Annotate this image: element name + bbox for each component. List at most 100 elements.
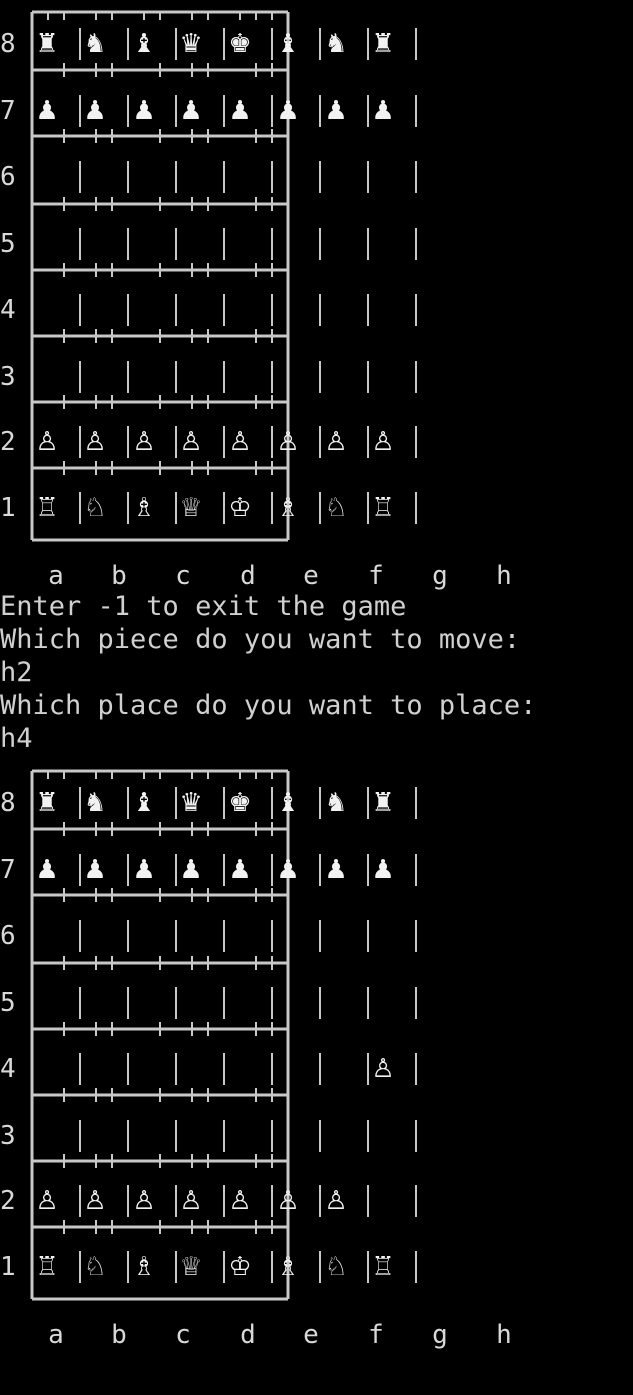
empty-square — [77, 292, 113, 328]
chess-piece-h8[interactable]: ♜ — [365, 26, 401, 62]
rank-label-4: 4 — [0, 1054, 16, 1084]
empty-square — [126, 918, 162, 954]
empty-square — [222, 159, 258, 195]
chess-piece-b8[interactable]: ♞ — [77, 785, 113, 821]
place-input[interactable]: h4 — [0, 722, 633, 755]
empty-square — [222, 985, 258, 1021]
chess-piece-f7[interactable]: ♟ — [270, 93, 306, 129]
chess-piece-b2[interactable]: ♙ — [77, 424, 113, 460]
chess-piece-e7[interactable]: ♟ — [222, 852, 258, 888]
file-label-c: c — [175, 561, 191, 591]
chess-piece-c7[interactable]: ♟ — [126, 93, 162, 129]
chess-piece-a2[interactable]: ♙ — [29, 1183, 65, 1219]
chess-piece-e8[interactable]: ♚ — [222, 785, 258, 821]
file-labels: a b c d e f g h — [0, 559, 633, 593]
empty-square — [270, 159, 306, 195]
chess-piece-f7[interactable]: ♟ — [270, 852, 306, 888]
move-input[interactable]: h2 — [0, 656, 633, 689]
chess-piece-h2[interactable]: ♙ — [365, 424, 401, 460]
chess-piece-d2[interactable]: ♙ — [173, 1183, 209, 1219]
empty-square — [173, 159, 209, 195]
chess-piece-h8[interactable]: ♜ — [365, 785, 401, 821]
file-label-h: h — [496, 561, 512, 591]
chess-piece-a8[interactable]: ♜ — [29, 26, 65, 62]
chess-piece-c2[interactable]: ♙ — [126, 424, 162, 460]
chess-piece-h7[interactable]: ♟ — [365, 852, 401, 888]
chess-piece-b1[interactable]: ♘ — [77, 1249, 113, 1285]
chess-piece-h7[interactable]: ♟ — [365, 93, 401, 129]
chess-piece-g7[interactable]: ♟ — [318, 852, 354, 888]
chess-piece-b1[interactable]: ♘ — [77, 490, 113, 526]
empty-square — [29, 985, 65, 1021]
rank-label-8: 8 — [0, 788, 16, 818]
chess-piece-d7[interactable]: ♟ — [173, 852, 209, 888]
empty-square — [126, 1118, 162, 1154]
exit-hint: Enter -1 to exit the game — [0, 591, 407, 622]
rank-label-5: 5 — [0, 229, 16, 259]
chess-piece-a7[interactable]: ♟ — [29, 93, 65, 129]
chess-piece-e2[interactable]: ♙ — [222, 1183, 258, 1219]
chess-piece-e8[interactable]: ♚ — [222, 26, 258, 62]
chess-piece-c1[interactable]: ♗ — [126, 1249, 162, 1285]
chess-piece-g8[interactable]: ♞ — [318, 785, 354, 821]
chess-piece-g1[interactable]: ♘ — [318, 490, 354, 526]
chess-piece-h4[interactable]: ♙ — [365, 1051, 401, 1087]
chess-piece-d8[interactable]: ♛ — [173, 785, 209, 821]
chess-piece-d1[interactable]: ♕ — [173, 490, 209, 526]
empty-square — [222, 226, 258, 262]
chess-piece-g2[interactable]: ♙ — [318, 424, 354, 460]
chess-piece-a2[interactable]: ♙ — [29, 424, 65, 460]
chess-piece-b2[interactable]: ♙ — [77, 1183, 113, 1219]
chess-piece-f1[interactable]: ♗ — [270, 490, 306, 526]
file-label-c: c — [175, 1320, 191, 1350]
chess-piece-a8[interactable]: ♜ — [29, 785, 65, 821]
chess-piece-f2[interactable]: ♙ — [270, 424, 306, 460]
empty-square — [77, 226, 113, 262]
empty-square — [222, 1051, 258, 1087]
empty-square — [318, 918, 354, 954]
chess-piece-g8[interactable]: ♞ — [318, 26, 354, 62]
chess-piece-g7[interactable]: ♟ — [318, 93, 354, 129]
place-prompt: Which place do you want to place: — [0, 690, 537, 721]
empty-square — [318, 1118, 354, 1154]
chess-piece-f2[interactable]: ♙ — [270, 1183, 306, 1219]
chess-piece-a7[interactable]: ♟ — [29, 852, 65, 888]
chess-piece-f1[interactable]: ♗ — [270, 1249, 306, 1285]
chess-piece-e1[interactable]: ♔ — [222, 1249, 258, 1285]
chess-piece-c1[interactable]: ♗ — [126, 490, 162, 526]
chess-piece-d7[interactable]: ♟ — [173, 93, 209, 129]
chess-piece-h1[interactable]: ♖ — [365, 490, 401, 526]
chess-piece-d8[interactable]: ♛ — [173, 26, 209, 62]
empty-square — [173, 226, 209, 262]
chess-piece-e2[interactable]: ♙ — [222, 424, 258, 460]
empty-square — [126, 292, 162, 328]
empty-square — [126, 1051, 162, 1087]
chess-piece-c7[interactable]: ♟ — [126, 852, 162, 888]
chess-piece-c8[interactable]: ♝ — [126, 26, 162, 62]
chess-piece-g2[interactable]: ♙ — [318, 1183, 354, 1219]
chess-piece-d2[interactable]: ♙ — [173, 424, 209, 460]
empty-square — [173, 359, 209, 395]
chess-piece-b8[interactable]: ♞ — [77, 26, 113, 62]
chess-piece-g1[interactable]: ♘ — [318, 1249, 354, 1285]
chess-piece-c2[interactable]: ♙ — [126, 1183, 162, 1219]
chess-piece-b7[interactable]: ♟ — [77, 852, 113, 888]
chess-piece-a1[interactable]: ♖ — [29, 1249, 65, 1285]
empty-square — [318, 985, 354, 1021]
chess-piece-h1[interactable]: ♖ — [365, 1249, 401, 1285]
chess-piece-e7[interactable]: ♟ — [222, 93, 258, 129]
empty-square — [365, 359, 401, 395]
chess-piece-b7[interactable]: ♟ — [77, 93, 113, 129]
empty-square — [365, 1118, 401, 1154]
chess-piece-e1[interactable]: ♔ — [222, 490, 258, 526]
chess-piece-c8[interactable]: ♝ — [126, 785, 162, 821]
chess-board-after: 8 7 6 5 4 3 2 1 ♜ ♞ ♝ ♛ ♚ ♝ ♞ ♜ ♟ ♟ ♟ ♟ ♟ ♟ ♟ ♟ ♙ ♙ ♙ ♙ ♙ ♙ ♙ ♙ ♖ ♘ ♗ ♕ ♔ ♗ ♘… — [0, 767, 633, 1307]
chess-piece-f8[interactable]: ♝ — [270, 785, 306, 821]
chess-board-before: 8 7 6 5 4 3 2 1 ♜ ♞ ♝ ♛ ♚ ♝ ♞ ♜ ♟ ♟ ♟ ♟ ♟ ♟ ♟ ♟ ♙ ♙ ♙ ♙ ♙ ♙ ♙ ♙ ♖ ♘ ♗ ♕ ♔ ♗ ♘… — [0, 8, 633, 548]
empty-square — [29, 159, 65, 195]
rank-label-7: 7 — [0, 855, 16, 885]
chess-piece-a1[interactable]: ♖ — [29, 490, 65, 526]
chess-piece-d1[interactable]: ♕ — [173, 1249, 209, 1285]
chess-piece-f8[interactable]: ♝ — [270, 26, 306, 62]
file-label-e: e — [303, 561, 319, 591]
